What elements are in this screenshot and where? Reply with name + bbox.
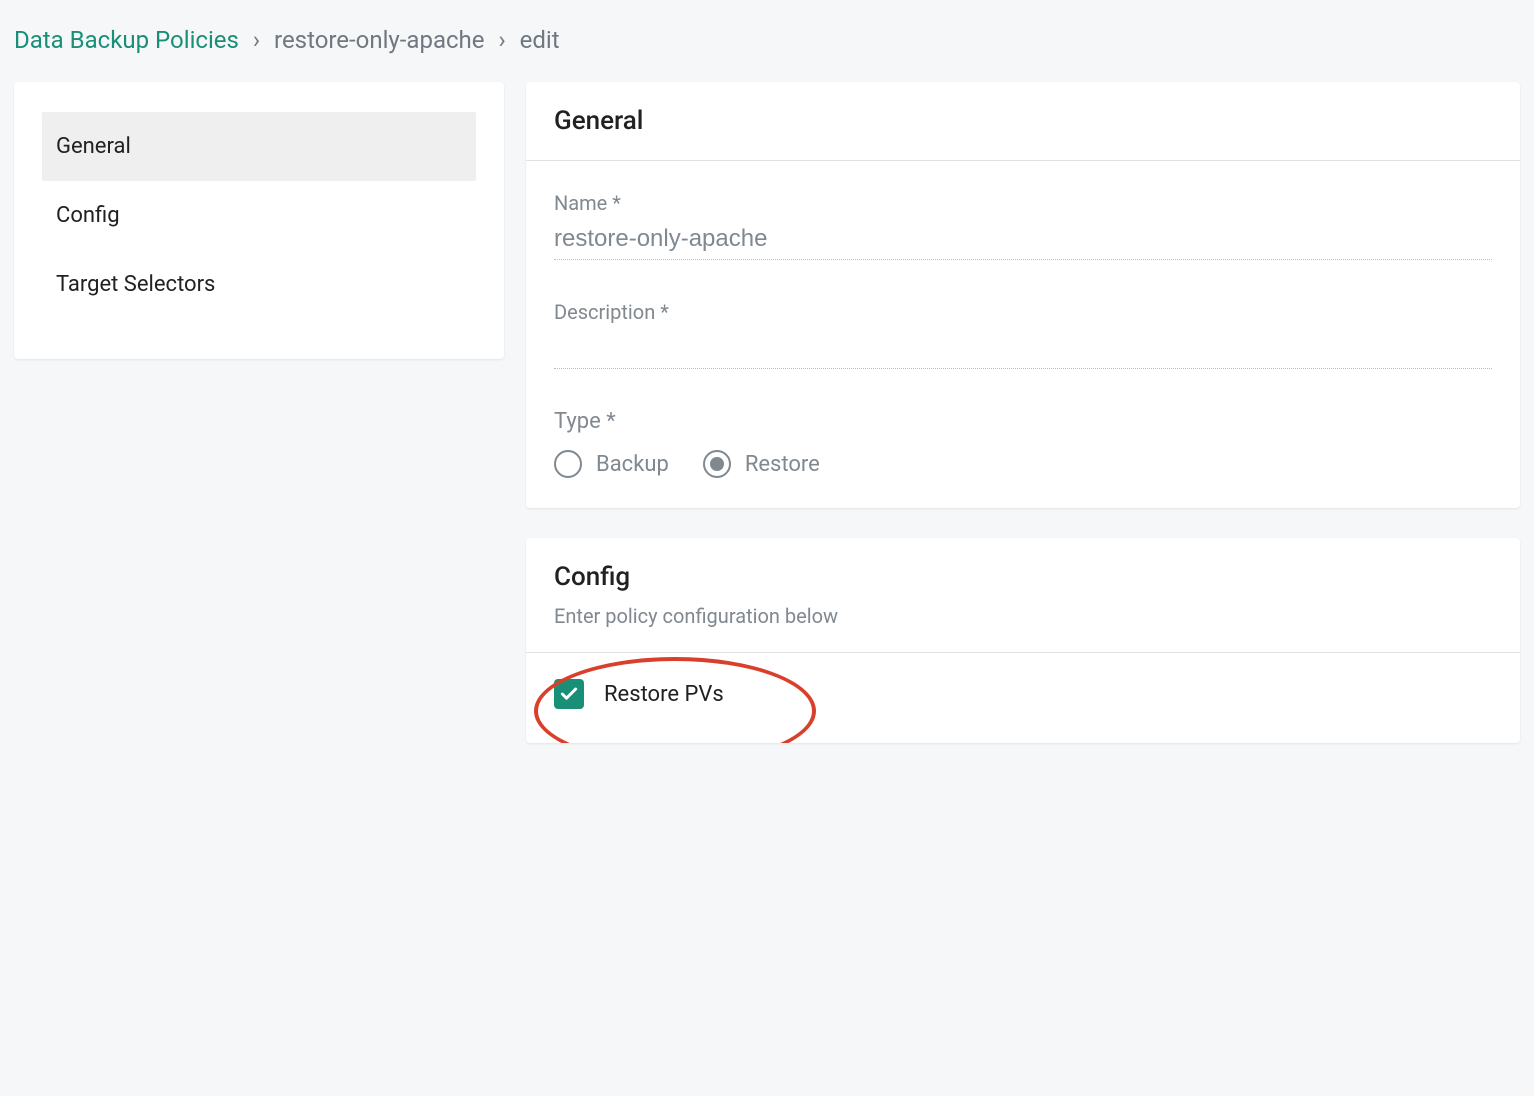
breadcrumb-separator: › (253, 26, 260, 54)
card-title-general: General (554, 106, 1492, 136)
field-description: Description * (554, 300, 1492, 369)
card-general: General Name * Description * Type * (526, 82, 1520, 508)
card-config: Config Enter policy configuration below … (526, 538, 1520, 743)
name-label: Name * (554, 191, 1492, 215)
radio-restore[interactable]: Restore (703, 450, 820, 478)
radio-circle-icon (554, 450, 582, 478)
sidebar-item-general[interactable]: General (42, 112, 476, 181)
sidebar: General Config Target Selectors (14, 82, 504, 359)
breadcrumb-root-link[interactable]: Data Backup Policies (14, 26, 239, 54)
radio-backup[interactable]: Backup (554, 450, 669, 478)
sidebar-item-config[interactable]: Config (42, 181, 476, 250)
description-input[interactable] (554, 332, 1492, 369)
description-label: Description * (554, 300, 1492, 324)
breadcrumb-item: restore-only-apache (274, 26, 484, 54)
checkbox-checked-icon (554, 679, 584, 709)
name-input[interactable] (554, 223, 1492, 260)
breadcrumb-separator: › (498, 26, 505, 54)
restore-pvs-label: Restore PVs (604, 682, 724, 707)
radio-circle-icon (703, 450, 731, 478)
sidebar-item-target-selectors[interactable]: Target Selectors (42, 250, 476, 319)
checkbox-restore-pvs[interactable]: Restore PVs (554, 679, 1492, 709)
field-name: Name * (554, 191, 1492, 260)
type-label: Type * (554, 409, 1492, 434)
breadcrumb: Data Backup Policies › restore-only-apac… (14, 26, 1520, 54)
radio-restore-label: Restore (745, 452, 820, 477)
card-title-config: Config (554, 562, 1492, 592)
breadcrumb-leaf: edit (520, 26, 560, 54)
radio-backup-label: Backup (596, 452, 669, 477)
card-subtitle-config: Enter policy configuration below (554, 604, 1492, 628)
field-type: Type * Backup Restore (554, 409, 1492, 478)
